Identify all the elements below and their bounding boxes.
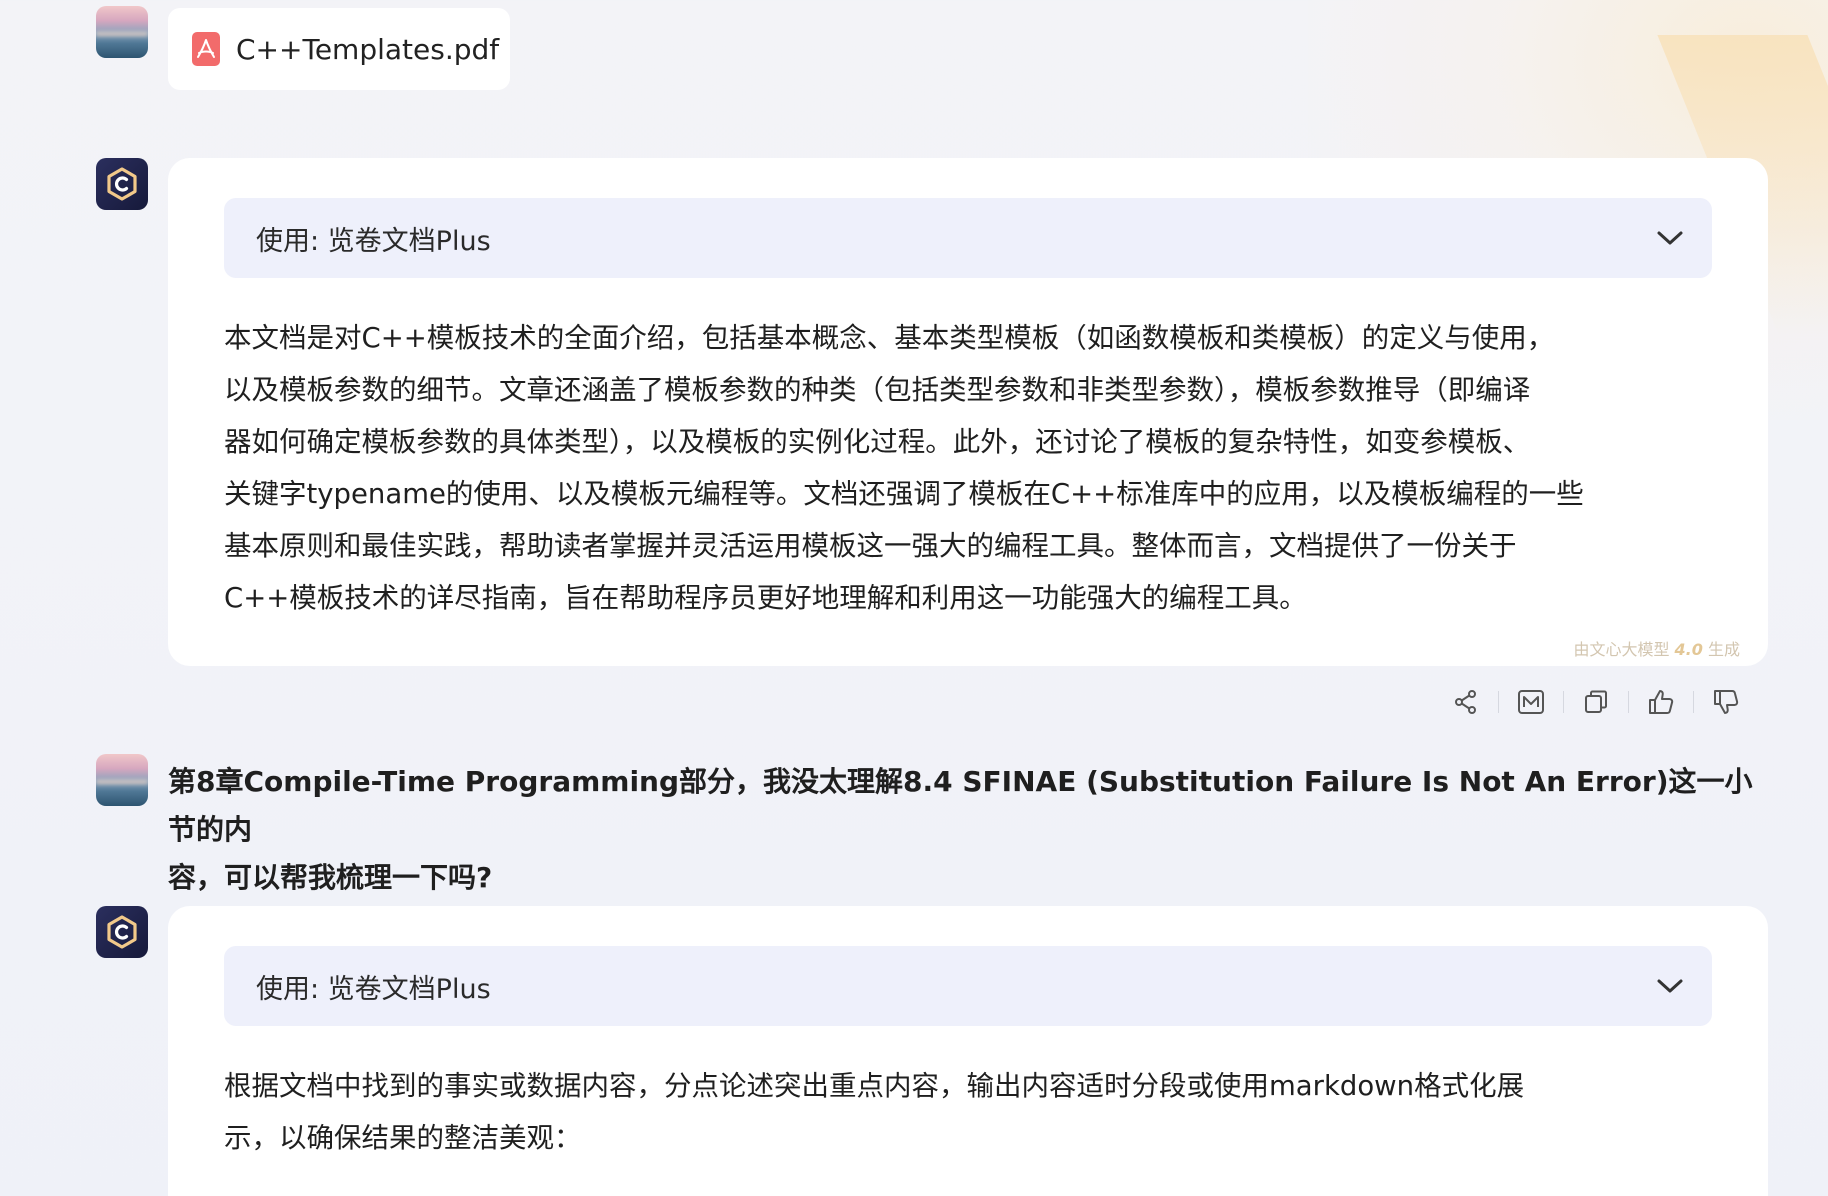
answer-text: 本文档是对C++模板技术的全面介绍，包括基本概念、基本类型模板（如函数模板和类模… [224,312,1714,624]
user-avatar [96,6,148,58]
like-button[interactable] [1641,682,1681,722]
action-divider [1628,691,1629,713]
question-line: 第8章Compile-Time Programming部分，我没太理解8.4 S… [168,765,1753,846]
dislike-button[interactable] [1706,682,1746,722]
mindmap-button[interactable] [1511,682,1551,722]
plugin-usage-label: 使用: 览卷文档Plus [256,973,491,1005]
answer-line: 示，以确保结果的整洁美观： [224,1122,582,1154]
question-line: 容，可以帮我梳理一下吗? [168,861,493,894]
share-button[interactable] [1446,682,1486,722]
generated-by-suffix: 生成 [1707,640,1740,659]
plugin-usage-toggle[interactable]: 使用: 览卷文档Plus [224,946,1712,1026]
thumbs-up-icon [1649,690,1674,714]
answer-text: 根据文档中找到的事实或数据内容，分点论述突出重点内容，输出内容适时分段或使用ma… [224,1060,1714,1164]
bot-logo-icon [107,167,137,201]
plugin-usage-toggle[interactable]: 使用: 览卷文档Plus [224,198,1712,278]
model-version: 4.0 [1674,640,1703,659]
user-avatar [96,754,148,806]
mindmap-icon [1518,690,1544,714]
share-icon [1455,690,1476,714]
user-question-text: 第8章Compile-Time Programming部分，我没太理解8.4 S… [168,758,1768,902]
chevron-down-icon[interactable] [1656,229,1684,247]
generated-by-badge: 由文心大模型 4.0 生成 [1573,636,1740,660]
answer-line: 基本原则和最佳实践，帮助读者掌握并灵活运用模板这一强大的编程工具。整体而言，文档… [224,530,1517,562]
action-divider [1563,691,1564,713]
generated-by-prefix: 由文心大模型 [1573,640,1670,659]
chevron-down-icon[interactable] [1656,977,1684,995]
answer-line: 以及模板参数的细节。文章还涵盖了模板参数的种类（包括类型参数和非类型参数），模板… [224,374,1531,406]
answer-line: 器如何确定模板参数的具体类型），以及模板的实例化过程。此外，还讨论了模板的复杂特… [224,426,1531,458]
plugin-usage-label: 使用: 览卷文档Plus [256,225,491,257]
bot-avatar [96,906,148,958]
bot-reply-card: 使用: 览卷文档Plus 本文档是对C++模板技术的全面介绍，包括基本概念、基本… [168,158,1768,666]
pdf-icon [192,32,220,66]
bot-logo-icon [107,915,137,949]
bot-avatar [96,158,148,210]
copy-button[interactable] [1576,682,1616,722]
answer-line: 关键字typename的使用、以及模板元编程等。文档还强调了模板在C++标准库中… [224,478,1584,510]
file-attachment-card[interactable]: C++Templates.pdf [168,8,510,90]
answer-line: 根据文档中找到的事实或数据内容，分点论述突出重点内容，输出内容适时分段或使用ma… [224,1070,1525,1102]
pdf-glyph [197,39,215,58]
answer-line: 本文档是对C++模板技术的全面介绍，包括基本概念、基本类型模板（如函数模板和类模… [224,322,1555,354]
file-name: C++Templates.pdf [236,32,500,66]
answer-line: C++模板技术的详尽指南，旨在帮助程序员更好地理解和利用这一功能强大的编程工具。 [224,582,1307,614]
reply-actions [1446,682,1746,722]
copy-icon [1585,690,1607,713]
thumbs-down-icon [1714,690,1739,714]
bot-reply-card: 使用: 览卷文档Plus 根据文档中找到的事实或数据内容，分点论述突出重点内容，… [168,906,1768,1196]
action-divider [1693,691,1694,713]
action-divider [1498,691,1499,713]
